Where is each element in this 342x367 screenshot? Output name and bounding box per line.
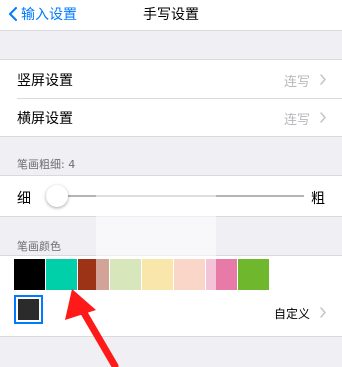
custom-color-label[interactable]: 自定义 xyxy=(274,305,310,322)
color-swatch[interactable] xyxy=(110,259,141,290)
thick-label: 粗 xyxy=(311,191,325,207)
color-swatch[interactable] xyxy=(174,259,205,290)
landscape-settings-value: 连写 xyxy=(283,113,310,128)
stroke-color-label: 笔画颜色 xyxy=(17,240,61,253)
row-portrait-settings[interactable]: 竖屏设置 连写 xyxy=(0,60,342,98)
chevron-right-icon xyxy=(320,74,326,85)
chevron-right-icon xyxy=(320,307,326,318)
slider-track[interactable] xyxy=(46,195,304,197)
stroke-width-slider-row: 细 粗 xyxy=(0,175,342,217)
chevron-right-icon xyxy=(320,112,326,123)
stroke-color-panel: 自定义 xyxy=(0,255,342,337)
color-swatch[interactable] xyxy=(78,259,109,290)
color-swatch[interactable] xyxy=(142,259,173,290)
current-color-swatch[interactable] xyxy=(14,295,43,324)
landscape-settings-label: 横屏设置 xyxy=(17,111,73,127)
page-title: 手写设置 xyxy=(143,7,199,23)
thin-label: 细 xyxy=(17,191,31,207)
color-swatch[interactable] xyxy=(14,259,45,290)
color-swatch[interactable] xyxy=(46,259,77,290)
stroke-width-label: 笔画粗细: 4 xyxy=(17,158,76,171)
color-swatch[interactable] xyxy=(238,259,269,290)
current-color-fill xyxy=(18,299,39,320)
portrait-settings-label: 竖屏设置 xyxy=(17,73,73,89)
color-swatch-row xyxy=(14,259,270,290)
row-landscape-settings[interactable]: 横屏设置 连写 xyxy=(0,98,342,136)
portrait-settings-value: 连写 xyxy=(283,75,310,90)
color-swatch[interactable] xyxy=(206,259,237,290)
orientation-settings-group: 竖屏设置 连写 横屏设置 连写 xyxy=(0,59,342,137)
slider-thumb[interactable] xyxy=(46,185,69,207)
navigation-bar: 输入设置 手写设置 xyxy=(0,0,342,31)
